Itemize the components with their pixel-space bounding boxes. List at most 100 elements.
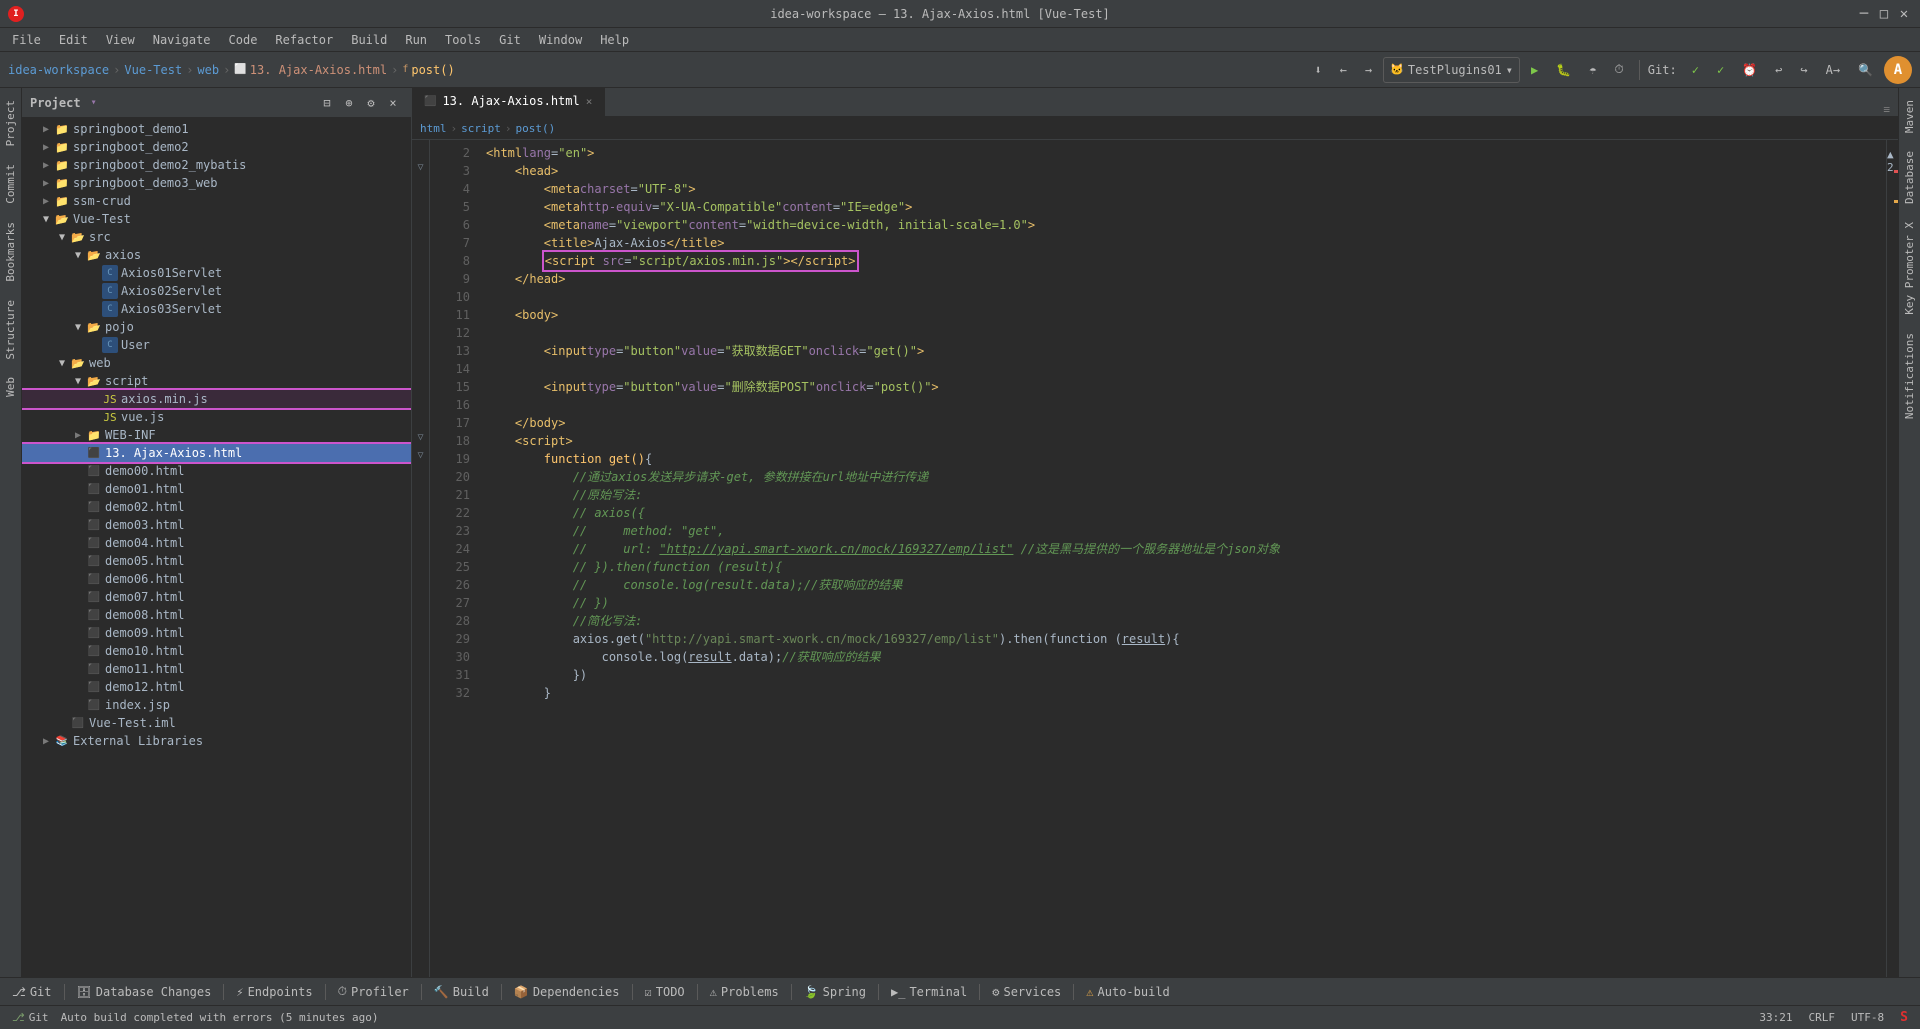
scroll-indicator[interactable]: ▲ 2 (1886, 140, 1898, 977)
bottom-dependencies[interactable]: 📦 Dependencies (506, 981, 628, 1003)
key-promoter-tab[interactable]: Key Promoter X (1901, 214, 1918, 323)
git-undo[interactable]: ↩ (1768, 57, 1789, 83)
menu-git[interactable]: Git (491, 31, 529, 49)
status-git-item[interactable]: ⎇ Git (8, 1011, 53, 1024)
menu-view[interactable]: View (98, 31, 143, 49)
breadcrumb-workspace[interactable]: idea-workspace (8, 63, 109, 77)
tree-item-pojo[interactable]: ▼ 📂 pojo (22, 318, 411, 336)
tab-close-button[interactable]: × (586, 95, 593, 108)
breadcrumb-vue-test[interactable]: Vue-Test (124, 63, 182, 77)
code-editor[interactable]: <html lang="en"> <head> <meta charset="U… (478, 140, 1886, 977)
tree-item-springboot-demo3-web[interactable]: ▶ 📁 springboot_demo3_web (22, 174, 411, 192)
bottom-build[interactable]: 🔨 Build (426, 981, 497, 1003)
tree-item-demo00[interactable]: ⬛demo00.html (22, 462, 411, 480)
menu-build[interactable]: Build (343, 31, 395, 49)
path-script[interactable]: script (461, 122, 501, 135)
tree-item-demo12[interactable]: ⬛demo12.html (22, 678, 411, 696)
project-tab[interactable]: Project (2, 92, 19, 154)
debug-button[interactable]: 🐛 (1549, 57, 1578, 83)
gutter-fold-18[interactable]: ▽ (412, 428, 429, 446)
tree-item-vue-js[interactable]: JS vue.js (22, 408, 411, 426)
tree-item-demo09[interactable]: ⬛demo09.html (22, 624, 411, 642)
tree-item-axios03[interactable]: C Axios03Servlet (22, 300, 411, 318)
tree-item-ssm-crud[interactable]: ▶ 📁 ssm-crud (22, 192, 411, 210)
minimize-button[interactable]: ─ (1856, 6, 1872, 22)
menu-code[interactable]: Code (221, 31, 266, 49)
menu-navigate[interactable]: Navigate (145, 31, 219, 49)
bottom-terminal[interactable]: ▶_ Terminal (883, 981, 975, 1003)
panel-dropdown[interactable]: ▾ (91, 97, 97, 108)
more-tabs-button[interactable]: ≡ (1883, 103, 1890, 116)
bottom-git[interactable]: ⎇ Git (4, 981, 60, 1003)
tree-item-vue-test-iml[interactable]: ⬛Vue-Test.iml (22, 714, 411, 732)
collapse-all-button[interactable]: ⊟ (317, 93, 337, 113)
menu-edit[interactable]: Edit (51, 31, 96, 49)
maven-tab[interactable]: Maven (1901, 92, 1918, 141)
tab-ajax-axios[interactable]: ⬛ 13. Ajax-Axios.html × (412, 88, 605, 116)
user-avatar[interactable]: A (1884, 56, 1912, 84)
run-config-selector[interactable]: 🐱 TestPlugins01 ▾ (1383, 57, 1520, 83)
bottom-database-changes[interactable]: 🗄 Database Changes (69, 981, 220, 1003)
tree-item-script-folder[interactable]: ▼ 📂 script (22, 372, 411, 390)
gutter-fold-3[interactable]: ▽ (412, 158, 429, 176)
notifications-tab[interactable]: Notifications (1901, 325, 1918, 427)
status-charset[interactable]: UTF-8 (1847, 1011, 1888, 1024)
git-redo[interactable]: ↪ (1793, 57, 1814, 83)
status-crlf[interactable]: CRLF (1805, 1011, 1840, 1024)
database-tab[interactable]: Database (1901, 143, 1918, 212)
translate-button[interactable]: A→ (1819, 57, 1847, 83)
settings-button[interactable]: ⚙ (361, 93, 381, 113)
tree-item-demo10[interactable]: ⬛demo10.html (22, 642, 411, 660)
bottom-todo[interactable]: ☑ TODO (637, 981, 693, 1003)
tree-item-springboot-demo2[interactable]: ▶ 📁 springboot_demo2 (22, 138, 411, 156)
menu-run[interactable]: Run (397, 31, 435, 49)
bottom-profiler[interactable]: ⏱ Profiler (330, 981, 417, 1003)
menu-file[interactable]: File (4, 31, 49, 49)
breadcrumb-filename[interactable]: 13. Ajax-Axios.html (250, 63, 387, 77)
tree-item-demo04[interactable]: ⬛demo04.html (22, 534, 411, 552)
path-html[interactable]: html (420, 122, 447, 135)
hide-button[interactable]: × (383, 93, 403, 113)
tree-item-web-inf[interactable]: ▶ 📁 WEB-INF (22, 426, 411, 444)
tree-item-springboot-demo1[interactable]: ▶ 📁 springboot_demo1 (22, 120, 411, 138)
window-controls[interactable]: ─ □ ✕ (1856, 6, 1912, 22)
tree-item-ajax-axios-html[interactable]: ⬛ 13. Ajax-Axios.html (22, 444, 411, 462)
tree-item-axios02[interactable]: C Axios02Servlet (22, 282, 411, 300)
tree-item-index-jsp[interactable]: ⬛index.jsp (22, 696, 411, 714)
tree-item-user[interactable]: C User (22, 336, 411, 354)
search-button[interactable]: 🔍 (1851, 57, 1880, 83)
bookmarks-tab[interactable]: Bookmarks (2, 214, 19, 290)
tree-item-demo01[interactable]: ⬛demo01.html (22, 480, 411, 498)
path-post[interactable]: post() (516, 122, 556, 135)
tree-item-demo05[interactable]: ⬛demo05.html (22, 552, 411, 570)
status-logo[interactable]: S (1896, 1010, 1912, 1025)
forward-button[interactable]: → (1358, 57, 1379, 83)
bottom-endpoints[interactable]: ⚡ Endpoints (228, 981, 320, 1003)
tree-item-demo03[interactable]: ⬛demo03.html (22, 516, 411, 534)
tree-item-vue-test[interactable]: ▼ 📂 Vue-Test (22, 210, 411, 228)
menu-tools[interactable]: Tools (437, 31, 489, 49)
breadcrumb-web[interactable]: web (197, 63, 219, 77)
coverage-button[interactable]: ☂ (1582, 57, 1603, 83)
web-tab[interactable]: Web (2, 369, 19, 405)
tree-item-demo08[interactable]: ⬛demo08.html (22, 606, 411, 624)
menu-window[interactable]: Window (531, 31, 590, 49)
git-clock[interactable]: ⏰ (1735, 57, 1764, 83)
gutter-fold-19[interactable]: ▽ (412, 446, 429, 464)
close-button[interactable]: ✕ (1896, 6, 1912, 22)
tree-item-demo11[interactable]: ⬛demo11.html (22, 660, 411, 678)
tree-item-axios01[interactable]: C Axios01Servlet (22, 264, 411, 282)
locate-button[interactable]: ⊕ (339, 93, 359, 113)
profile-button[interactable]: ⏱ (1607, 57, 1630, 83)
bottom-spring[interactable]: 🍃 Spring (796, 981, 874, 1003)
vcs-update-button[interactable]: ⬇ (1307, 57, 1328, 83)
tree-item-web[interactable]: ▼ 📂 web (22, 354, 411, 372)
maximize-button[interactable]: □ (1876, 6, 1892, 22)
commit-tab[interactable]: Commit (2, 156, 19, 212)
bottom-problems[interactable]: ⚠ Problems (702, 981, 787, 1003)
back-button[interactable]: ← (1333, 57, 1354, 83)
menu-refactor[interactable]: Refactor (267, 31, 341, 49)
tree-item-springboot-demo2-mybatis[interactable]: ▶ 📁 springboot_demo2_mybatis (22, 156, 411, 174)
git-checkmark2[interactable]: ✓ (1710, 57, 1731, 83)
status-position[interactable]: 33:21 (1755, 1011, 1796, 1024)
